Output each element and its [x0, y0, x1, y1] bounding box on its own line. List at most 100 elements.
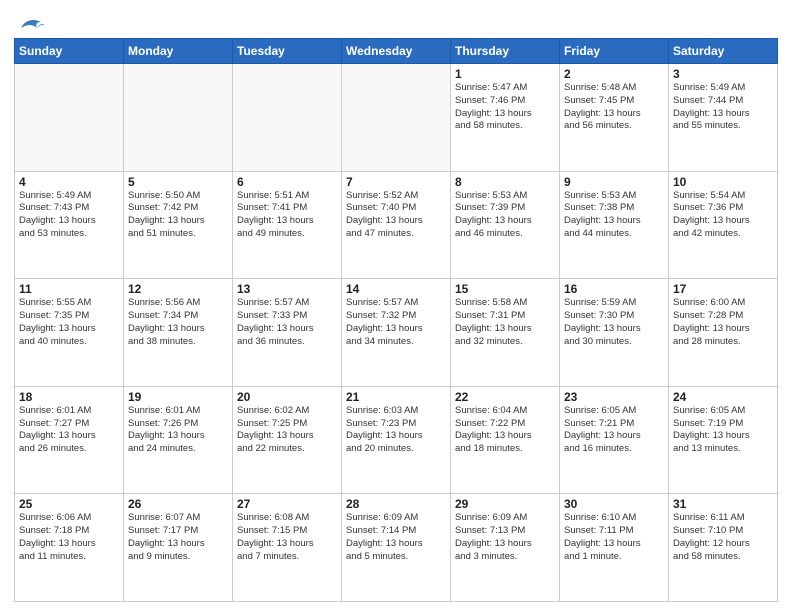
day-number: 4	[19, 175, 119, 189]
page: SundayMondayTuesdayWednesdayThursdayFrid…	[0, 0, 792, 612]
logo-bird-icon	[17, 14, 45, 36]
day-info: Sunrise: 6:09 AMSunset: 7:13 PMDaylight:…	[455, 512, 555, 563]
day-number: 12	[128, 282, 228, 296]
day-info: Sunrise: 5:52 AMSunset: 7:40 PMDaylight:…	[346, 190, 446, 241]
week-row-3: 11Sunrise: 5:55 AMSunset: 7:35 PMDayligh…	[15, 279, 778, 387]
calendar-cell: 31Sunrise: 6:11 AMSunset: 7:10 PMDayligh…	[669, 494, 778, 602]
day-number: 26	[128, 497, 228, 511]
day-number: 18	[19, 390, 119, 404]
day-number: 16	[564, 282, 664, 296]
day-info: Sunrise: 5:58 AMSunset: 7:31 PMDaylight:…	[455, 297, 555, 348]
calendar-cell: 14Sunrise: 5:57 AMSunset: 7:32 PMDayligh…	[342, 279, 451, 387]
day-info: Sunrise: 6:10 AMSunset: 7:11 PMDaylight:…	[564, 512, 664, 563]
day-number: 13	[237, 282, 337, 296]
day-number: 3	[673, 67, 773, 81]
calendar-cell: 29Sunrise: 6:09 AMSunset: 7:13 PMDayligh…	[451, 494, 560, 602]
day-number: 14	[346, 282, 446, 296]
day-info: Sunrise: 5:54 AMSunset: 7:36 PMDaylight:…	[673, 190, 773, 241]
day-number: 30	[564, 497, 664, 511]
calendar-cell: 13Sunrise: 5:57 AMSunset: 7:33 PMDayligh…	[233, 279, 342, 387]
day-info: Sunrise: 6:02 AMSunset: 7:25 PMDaylight:…	[237, 405, 337, 456]
calendar-cell: 2Sunrise: 5:48 AMSunset: 7:45 PMDaylight…	[560, 64, 669, 172]
calendar-cell: 25Sunrise: 6:06 AMSunset: 7:18 PMDayligh…	[15, 494, 124, 602]
day-info: Sunrise: 6:01 AMSunset: 7:27 PMDaylight:…	[19, 405, 119, 456]
day-info: Sunrise: 5:48 AMSunset: 7:45 PMDaylight:…	[564, 82, 664, 133]
day-info: Sunrise: 6:03 AMSunset: 7:23 PMDaylight:…	[346, 405, 446, 456]
calendar-cell	[342, 64, 451, 172]
weekday-header-sunday: Sunday	[15, 39, 124, 64]
header	[14, 10, 778, 32]
day-info: Sunrise: 5:57 AMSunset: 7:33 PMDaylight:…	[237, 297, 337, 348]
day-number: 29	[455, 497, 555, 511]
day-info: Sunrise: 5:49 AMSunset: 7:44 PMDaylight:…	[673, 82, 773, 133]
weekday-header-saturday: Saturday	[669, 39, 778, 64]
calendar-cell: 24Sunrise: 6:05 AMSunset: 7:19 PMDayligh…	[669, 386, 778, 494]
calendar-cell: 30Sunrise: 6:10 AMSunset: 7:11 PMDayligh…	[560, 494, 669, 602]
day-number: 20	[237, 390, 337, 404]
day-number: 15	[455, 282, 555, 296]
day-number: 21	[346, 390, 446, 404]
calendar-cell: 6Sunrise: 5:51 AMSunset: 7:41 PMDaylight…	[233, 171, 342, 279]
calendar-cell: 5Sunrise: 5:50 AMSunset: 7:42 PMDaylight…	[124, 171, 233, 279]
calendar-table: SundayMondayTuesdayWednesdayThursdayFrid…	[14, 38, 778, 602]
calendar-cell: 8Sunrise: 5:53 AMSunset: 7:39 PMDaylight…	[451, 171, 560, 279]
calendar-cell: 12Sunrise: 5:56 AMSunset: 7:34 PMDayligh…	[124, 279, 233, 387]
day-number: 23	[564, 390, 664, 404]
calendar-cell: 21Sunrise: 6:03 AMSunset: 7:23 PMDayligh…	[342, 386, 451, 494]
day-info: Sunrise: 5:59 AMSunset: 7:30 PMDaylight:…	[564, 297, 664, 348]
day-number: 31	[673, 497, 773, 511]
day-info: Sunrise: 5:57 AMSunset: 7:32 PMDaylight:…	[346, 297, 446, 348]
calendar-cell: 17Sunrise: 6:00 AMSunset: 7:28 PMDayligh…	[669, 279, 778, 387]
day-number: 10	[673, 175, 773, 189]
day-info: Sunrise: 5:47 AMSunset: 7:46 PMDaylight:…	[455, 82, 555, 133]
day-info: Sunrise: 6:04 AMSunset: 7:22 PMDaylight:…	[455, 405, 555, 456]
week-row-5: 25Sunrise: 6:06 AMSunset: 7:18 PMDayligh…	[15, 494, 778, 602]
weekday-header-monday: Monday	[124, 39, 233, 64]
weekday-header-thursday: Thursday	[451, 39, 560, 64]
day-number: 11	[19, 282, 119, 296]
day-number: 19	[128, 390, 228, 404]
day-info: Sunrise: 6:00 AMSunset: 7:28 PMDaylight:…	[673, 297, 773, 348]
day-info: Sunrise: 5:51 AMSunset: 7:41 PMDaylight:…	[237, 190, 337, 241]
weekday-header-wednesday: Wednesday	[342, 39, 451, 64]
day-info: Sunrise: 6:05 AMSunset: 7:19 PMDaylight:…	[673, 405, 773, 456]
day-number: 22	[455, 390, 555, 404]
day-number: 17	[673, 282, 773, 296]
day-info: Sunrise: 5:53 AMSunset: 7:38 PMDaylight:…	[564, 190, 664, 241]
day-info: Sunrise: 5:56 AMSunset: 7:34 PMDaylight:…	[128, 297, 228, 348]
calendar-cell: 16Sunrise: 5:59 AMSunset: 7:30 PMDayligh…	[560, 279, 669, 387]
calendar-cell: 4Sunrise: 5:49 AMSunset: 7:43 PMDaylight…	[15, 171, 124, 279]
calendar-cell: 11Sunrise: 5:55 AMSunset: 7:35 PMDayligh…	[15, 279, 124, 387]
week-row-2: 4Sunrise: 5:49 AMSunset: 7:43 PMDaylight…	[15, 171, 778, 279]
weekday-header-row: SundayMondayTuesdayWednesdayThursdayFrid…	[15, 39, 778, 64]
day-number: 7	[346, 175, 446, 189]
day-info: Sunrise: 6:07 AMSunset: 7:17 PMDaylight:…	[128, 512, 228, 563]
calendar-cell	[124, 64, 233, 172]
calendar-cell: 10Sunrise: 5:54 AMSunset: 7:36 PMDayligh…	[669, 171, 778, 279]
day-number: 25	[19, 497, 119, 511]
calendar-cell: 20Sunrise: 6:02 AMSunset: 7:25 PMDayligh…	[233, 386, 342, 494]
day-info: Sunrise: 6:08 AMSunset: 7:15 PMDaylight:…	[237, 512, 337, 563]
calendar-cell: 19Sunrise: 6:01 AMSunset: 7:26 PMDayligh…	[124, 386, 233, 494]
calendar-cell: 23Sunrise: 6:05 AMSunset: 7:21 PMDayligh…	[560, 386, 669, 494]
day-number: 28	[346, 497, 446, 511]
calendar-cell	[233, 64, 342, 172]
day-number: 2	[564, 67, 664, 81]
day-number: 24	[673, 390, 773, 404]
calendar-cell: 9Sunrise: 5:53 AMSunset: 7:38 PMDaylight…	[560, 171, 669, 279]
calendar-cell: 3Sunrise: 5:49 AMSunset: 7:44 PMDaylight…	[669, 64, 778, 172]
calendar-cell: 26Sunrise: 6:07 AMSunset: 7:17 PMDayligh…	[124, 494, 233, 602]
day-number: 5	[128, 175, 228, 189]
day-info: Sunrise: 5:50 AMSunset: 7:42 PMDaylight:…	[128, 190, 228, 241]
weekday-header-friday: Friday	[560, 39, 669, 64]
calendar-cell: 18Sunrise: 6:01 AMSunset: 7:27 PMDayligh…	[15, 386, 124, 494]
day-info: Sunrise: 5:49 AMSunset: 7:43 PMDaylight:…	[19, 190, 119, 241]
logo	[14, 14, 45, 32]
day-info: Sunrise: 6:09 AMSunset: 7:14 PMDaylight:…	[346, 512, 446, 563]
day-number: 6	[237, 175, 337, 189]
day-number: 27	[237, 497, 337, 511]
weekday-header-tuesday: Tuesday	[233, 39, 342, 64]
day-number: 1	[455, 67, 555, 81]
calendar-cell: 22Sunrise: 6:04 AMSunset: 7:22 PMDayligh…	[451, 386, 560, 494]
day-number: 9	[564, 175, 664, 189]
